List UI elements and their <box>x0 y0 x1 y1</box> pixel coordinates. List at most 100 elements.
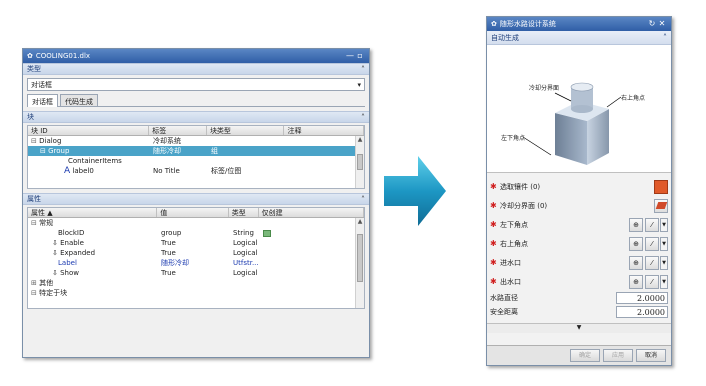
tree-toggle-icon[interactable]: ⊟ <box>40 147 46 155</box>
point-dialog-icon[interactable]: ⊕ <box>629 236 643 251</box>
cancel-button[interactable]: 取消 <box>636 349 666 362</box>
property-value: group <box>161 229 182 237</box>
column-create-only[interactable]: 仅创建 <box>259 208 364 217</box>
table-row[interactable]: Label 随形冷却 Utfstr... <box>28 258 364 268</box>
collapse-chevron-icon[interactable]: ˄ <box>361 195 365 204</box>
property-section-header[interactable]: 属性 ˄ <box>23 193 369 205</box>
column-property[interactable]: 属性 ▲ <box>28 208 158 217</box>
property-group-name: 常规 <box>39 219 54 227</box>
block-type <box>208 136 286 146</box>
column-type[interactable]: 类型 <box>229 208 259 217</box>
inferred-point-icon[interactable]: ⁄ <box>645 255 659 270</box>
tree-toggle-icon[interactable]: ⊟ <box>31 219 37 227</box>
point-dialog-icon[interactable]: ⊕ <box>629 274 643 289</box>
collapse-chevron-icon[interactable]: ˄ <box>663 33 667 42</box>
insert-block-illustration <box>522 82 622 165</box>
apply-button[interactable]: 应用 <box>603 349 633 362</box>
scroll-up-icon[interactable]: ▲ <box>356 136 364 145</box>
face-select-icon[interactable] <box>654 198 668 213</box>
collapse-chevron-icon[interactable]: ˄ <box>361 113 365 122</box>
scroll-thumb[interactable] <box>357 234 363 282</box>
tree-toggle-icon[interactable]: ⊟ <box>31 289 37 297</box>
table-row[interactable]: ⊟ Dialog 冷却系统 <box>28 136 364 146</box>
column-label[interactable]: 标签 <box>149 126 207 135</box>
insert-diagram: 冷却分界面 右上角点 左下角点 <box>487 45 671 173</box>
column-note[interactable]: 注释 <box>284 126 364 135</box>
bottom-left-label: 左下角点 <box>501 135 526 142</box>
table-row[interactable]: ⇩ Show True Logical <box>28 268 364 278</box>
gear-icon: ✿ <box>27 52 33 60</box>
cooling-design-dialog: ✿ 随形水路设计系统 ↻ ✕ 自动生成 ˄ 冷却分界面 右上角点 左下角点 ✱ … <box>486 16 672 366</box>
property-type: Utfstr... <box>233 259 259 267</box>
safety-distance-input[interactable]: 2.0000 <box>616 306 668 318</box>
selection-list: ✱ 选取镶件 (0) ✱ 冷却分界面 (0) ✱ 左下角点 ⊕ ⁄ ▼ ✱ 右上… <box>487 177 671 291</box>
scroll-thumb[interactable] <box>357 154 363 170</box>
table-row[interactable]: ⊟ Group 随形冷却 组 <box>28 146 364 156</box>
column-value[interactable]: 值 <box>157 208 229 217</box>
more-options-toggle[interactable]: ▼ <box>487 323 671 333</box>
table-row[interactable]: ⊟ 特定于块 <box>28 288 364 298</box>
column-block-id[interactable]: 块 ID <box>28 126 150 135</box>
left-title-bar: ✿ COOLING01.dlx — ▫ <box>23 49 369 63</box>
required-star-icon: ✱ <box>490 201 497 210</box>
restore-icon[interactable]: ▫ <box>355 52 365 60</box>
type-select[interactable]: 对话框 ▾ <box>27 78 365 91</box>
table-row[interactable]: BlockID group String <box>28 228 364 238</box>
channel-diameter-input[interactable]: 2.0000 <box>616 292 668 304</box>
table-row[interactable]: ⊞ 其他 <box>28 278 364 288</box>
select-outlet-row[interactable]: ✱ 出水口 ⊕ ⁄ ▼ <box>487 272 671 291</box>
inferred-point-icon[interactable]: ⁄ <box>645 236 659 251</box>
block-table-scrollbar[interactable]: ▲ <box>355 136 364 188</box>
table-row[interactable]: A label0 No Title 标签/位图 <box>28 166 364 176</box>
tab-dialog[interactable]: 对话框 <box>27 94 58 107</box>
chevron-down-icon[interactable]: ▼ <box>577 324 582 331</box>
point-dialog-icon[interactable]: ⊕ <box>629 217 643 232</box>
reset-icon[interactable]: ↻ <box>647 20 657 28</box>
collapse-chevron-icon[interactable]: ˄ <box>361 65 365 74</box>
chevron-down-icon[interactable]: ▼ <box>660 274 668 289</box>
tab-code-generation[interactable]: 代码生成 <box>60 94 98 106</box>
minimize-icon[interactable]: — <box>345 52 355 60</box>
property-value: True <box>161 249 176 257</box>
property-table-scrollbar[interactable]: ▲ <box>355 218 364 308</box>
auto-generate-section-header[interactable]: 自动生成 ˄ <box>487 31 671 45</box>
image-icon[interactable] <box>263 229 271 237</box>
boss-base <box>571 105 593 113</box>
table-row[interactable]: ⊟ 常规 <box>28 218 364 228</box>
block-id: Group <box>48 147 70 155</box>
table-row[interactable]: ⇩ Enable True Logical <box>28 238 364 248</box>
body-select-icon[interactable] <box>654 179 668 194</box>
top-right-label: 右上角点 <box>621 95 646 102</box>
scroll-up-icon[interactable]: ▲ <box>356 218 364 227</box>
block-section-header[interactable]: 块 ˄ <box>23 111 369 123</box>
select-top-right-row[interactable]: ✱ 右上角点 ⊕ ⁄ ▼ <box>487 234 671 253</box>
tree-toggle-icon[interactable]: ⊟ <box>31 137 37 145</box>
cooling-surface-label: 冷却分界面 <box>529 85 560 92</box>
block-note <box>286 166 346 176</box>
type-section-header[interactable]: 类型 ˄ <box>23 63 369 75</box>
left-dialog-title: COOLING01.dlx <box>35 52 91 60</box>
tree-toggle-icon[interactable]: ⊞ <box>31 279 37 287</box>
ok-button[interactable]: 确定 <box>570 349 600 362</box>
table-row[interactable]: ContainerItems <box>28 156 364 166</box>
select-insert-row[interactable]: ✱ 选取镶件 (0) <box>487 177 671 196</box>
chevron-down-icon[interactable]: ▾ <box>357 81 361 89</box>
inferred-point-icon[interactable]: ⁄ <box>645 217 659 232</box>
table-row[interactable]: ⇩ Expanded True Logical <box>28 248 364 258</box>
block-table-header: 块 ID 标签 块类型 注释 <box>28 126 364 136</box>
select-inlet-row[interactable]: ✱ 进水口 ⊕ ⁄ ▼ <box>487 253 671 272</box>
block-label: 随形冷却 <box>153 147 181 155</box>
chevron-down-icon[interactable]: ▼ <box>660 255 668 270</box>
close-icon[interactable]: ✕ <box>657 20 667 28</box>
select-face-row[interactable]: ✱ 冷却分界面 (0) <box>487 196 671 215</box>
chevron-down-icon[interactable]: ▼ <box>660 236 668 251</box>
property-name: Label <box>58 259 77 267</box>
chevron-down-icon[interactable]: ▼ <box>660 217 668 232</box>
select-bottom-left-row[interactable]: ✱ 左下角点 ⊕ ⁄ ▼ <box>487 215 671 234</box>
property-value: True <box>161 239 176 247</box>
point-dialog-icon[interactable]: ⊕ <box>629 255 643 270</box>
column-block-type[interactable]: 块类型 <box>207 126 285 135</box>
property-value: 随形冷却 <box>161 259 189 267</box>
inferred-point-icon[interactable]: ⁄ <box>645 274 659 289</box>
block-section-label: 块 <box>27 113 34 121</box>
